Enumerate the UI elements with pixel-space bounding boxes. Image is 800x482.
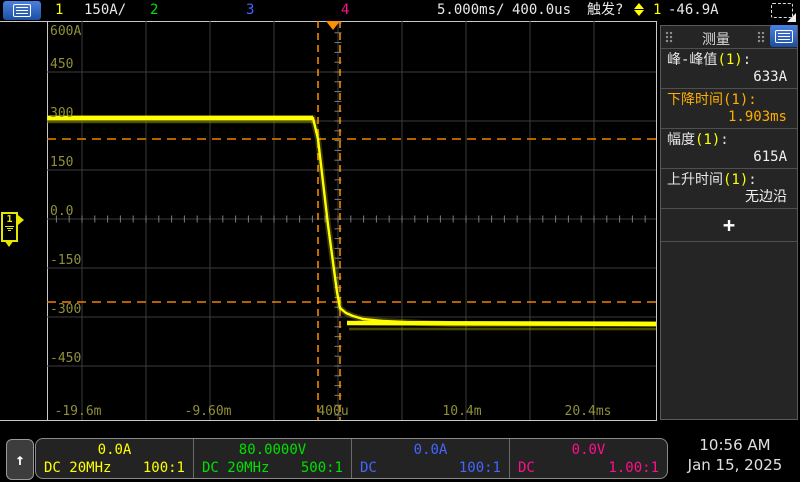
channel3-probe-ratio: 100:1	[459, 459, 501, 477]
x-axis-label: 400u	[317, 405, 348, 419]
trigger-slope-icon[interactable]	[633, 3, 645, 16]
x-axis-label: 10.4m	[442, 405, 481, 419]
menu-icon	[13, 4, 31, 17]
plot-border-bottom	[0, 420, 657, 421]
up-arrow-icon: ↑	[15, 450, 25, 469]
down-triangle-icon	[634, 10, 644, 16]
channel2-button[interactable]: 2	[150, 2, 158, 19]
channel1-offset: 0.0A	[44, 441, 185, 459]
menu-icon	[775, 30, 793, 43]
measurement-value: 615A	[667, 149, 791, 166]
add-measurement-button[interactable]: +	[661, 209, 797, 242]
waveform-svg	[47, 21, 656, 420]
measurement-panel-header: 测量	[661, 26, 797, 49]
channel2-probe-ratio: 500:1	[301, 459, 343, 477]
trigger-status[interactable]: 触发?	[587, 2, 623, 19]
channel3-offset: 0.0A	[360, 441, 501, 459]
channel4-status-box[interactable]: 0.0V DC 1.00:1	[510, 439, 667, 478]
drag-grip-icon[interactable]	[757, 31, 765, 44]
channel2-offset: 80.0000V	[202, 441, 343, 459]
trigger-time-marker[interactable]	[326, 21, 340, 30]
channel1-status-box[interactable]: 0.0A DC 20MHz 100:1	[36, 439, 194, 478]
channel1-button[interactable]: 1	[55, 2, 63, 19]
channel1-trace	[47, 118, 656, 329]
y-axis-label: -300	[50, 303, 81, 317]
waveform-display: 600A 450 300 150 0.0 -150 -300 -450 -19.…	[47, 21, 656, 420]
y-axis-label: -450	[50, 352, 81, 366]
channel-status-group: 0.0A DC 20MHz 100:1 80.0000V DC 20MHz 50…	[35, 438, 668, 479]
date-text: Jan 15, 2025	[672, 455, 798, 475]
channel1-ground-marker[interactable]: 1	[1, 212, 18, 242]
measurement-item-amplitude[interactable]: 幅度(1): 615A	[661, 129, 797, 169]
channel2-status-box[interactable]: 80.0000V DC 20MHz 500:1	[194, 439, 352, 478]
y-axis-label: 600A	[50, 25, 81, 39]
timebase-display[interactable]: 5.000ms/	[437, 2, 504, 19]
cursor-arrow-icon	[787, 13, 796, 22]
channel3-status-box[interactable]: 0.0A DC 100:1	[352, 439, 510, 478]
measurement-value: 1.903ms	[667, 109, 791, 126]
y-axis-label: 0.0	[50, 205, 73, 219]
measurement-item-peak-to-peak[interactable]: 峰-峰值(1): 633A	[661, 49, 797, 89]
delay-display[interactable]: 400.0us	[512, 2, 571, 19]
measurement-item-rise-time[interactable]: 上升时间(1): 无边沿	[661, 169, 797, 209]
channel1-probe-ratio: 100:1	[143, 459, 185, 477]
measurement-panel: 测量 峰-峰值(1): 633A 下降时间(1): 1.903ms 幅度(1):…	[660, 25, 798, 420]
channel4-offset: 0.0V	[518, 441, 659, 459]
channel3-coupling: DC	[360, 459, 377, 477]
top-bar: 1 150A/ 2 3 4 5.000ms/ 400.0us 触发? 1 -46…	[0, 0, 800, 21]
clock-display: 10:56 AM Jan 15, 2025	[672, 435, 798, 475]
y-axis-label: -150	[50, 254, 81, 268]
channel2-coupling: DC 20MHz	[202, 459, 269, 477]
channel4-button[interactable]: 4	[341, 2, 349, 19]
x-axis-label: -9.60m	[185, 405, 232, 419]
grid-lines	[47, 21, 656, 420]
ground-icon	[5, 226, 14, 227]
measurement-value: 633A	[667, 69, 791, 86]
channel1-ground-marker-label: 1	[3, 215, 16, 225]
channel1-level-arrow-icon	[18, 215, 24, 225]
y-axis-label: 300	[50, 107, 73, 121]
measurement-item-fall-time[interactable]: 下降时间(1): 1.903ms	[661, 89, 797, 129]
measurement-menu-button[interactable]	[770, 25, 797, 47]
channel1-coupling: DC 20MHz	[44, 459, 111, 477]
trigger-level[interactable]: -46.9A	[668, 2, 719, 19]
main-menu-button[interactable]	[3, 1, 41, 20]
expand-bottom-bar-button[interactable]: ↑	[6, 439, 34, 480]
channel4-coupling: DC	[518, 459, 535, 477]
trigger-source[interactable]: 1	[653, 2, 661, 19]
channel1-down-arrow-icon	[4, 240, 14, 247]
measurement-panel-title: 测量	[661, 29, 771, 49]
bottom-status-bar: ↑ 0.0A DC 20MHz 100:1 80.0000V DC 20MHz …	[0, 430, 800, 482]
channel4-probe-ratio: 1.00:1	[608, 459, 659, 477]
up-triangle-icon	[634, 3, 644, 9]
measurement-value: 无边沿	[667, 189, 791, 206]
y-axis-label: 150	[50, 156, 73, 170]
x-axis-label: -19.6m	[55, 405, 102, 419]
time-text: 10:56 AM	[672, 435, 798, 455]
plus-icon: +	[723, 213, 735, 237]
y-axis-label: 450	[50, 58, 73, 72]
channel1-scale[interactable]: 150A/	[84, 2, 126, 19]
plot-border-right	[656, 21, 657, 421]
channel3-button[interactable]: 3	[246, 2, 254, 19]
x-axis-label: 20.4ms	[565, 405, 612, 419]
screenshot-region-icon[interactable]	[771, 3, 793, 18]
